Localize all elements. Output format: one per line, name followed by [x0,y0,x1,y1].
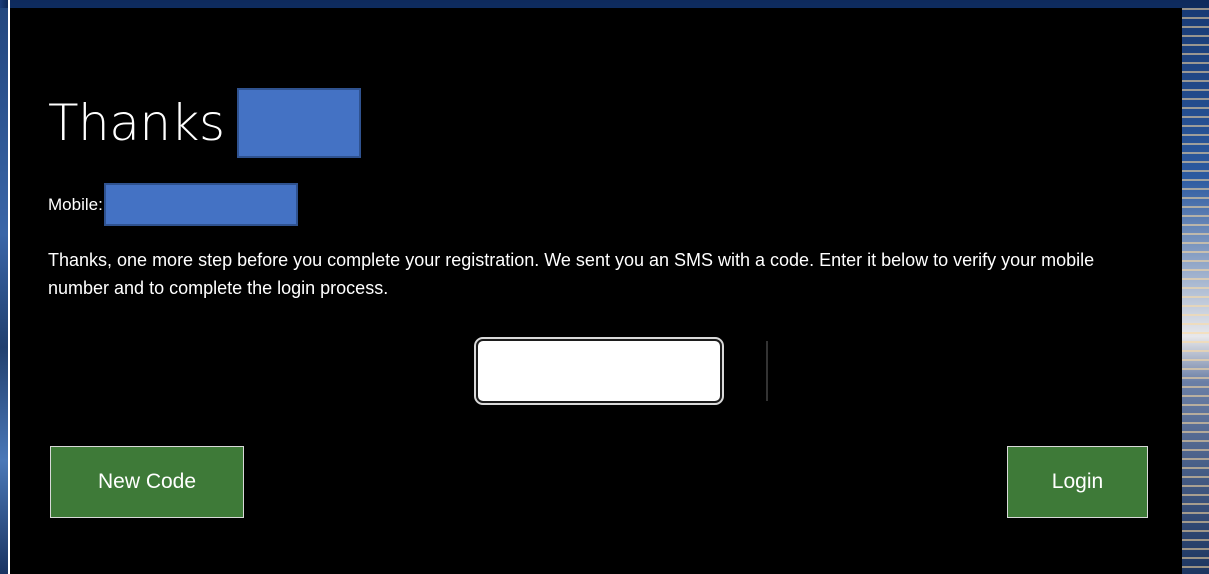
title-row: Thanks [48,88,361,158]
sms-code-input-part-1[interactable] [478,341,768,401]
login-button[interactable]: Login [1007,446,1148,518]
verification-dialog: Thanks Mobile: Thanks, one more step bef… [10,8,1182,574]
page-title: Thanks [48,94,225,152]
mobile-row: Mobile: [48,183,298,226]
background-city-photo [1182,8,1209,574]
instructions-text: Thanks, one more step before you complet… [48,250,1095,298]
sms-code-field [474,337,1056,405]
sms-code-input-part-2[interactable] [768,341,1056,401]
mobile-label: Mobile: [48,194,103,214]
redacted-mobile-block [103,183,298,226]
new-code-button[interactable]: New Code [50,446,244,518]
redacted-name-block [236,88,361,158]
background-left-edge [0,8,8,574]
